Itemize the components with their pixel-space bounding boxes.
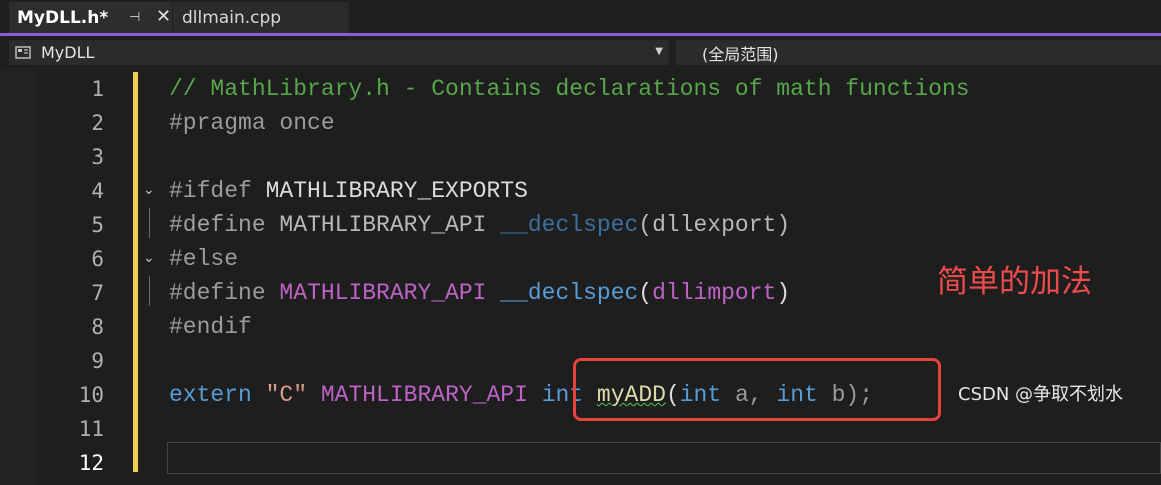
editor-margin — [0, 70, 36, 485]
macro-name: MATHLIBRARY_API — [307, 382, 542, 408]
pin-icon[interactable]: ⊣ — [129, 10, 140, 26]
line-number: 9 — [91, 349, 104, 373]
line-number: 7 — [91, 281, 104, 305]
preprocessor-keyword: #ifdef — [169, 178, 252, 204]
project-label: MyDLL — [41, 43, 95, 62]
preprocessor-keyword: #define — [169, 212, 266, 238]
code-line: // MathLibrary.h - Contains declarations… — [169, 72, 970, 106]
chevron-down-icon: ▼ — [655, 46, 663, 57]
close-icon[interactable]: ✕ — [156, 8, 171, 26]
macro-arg: dllimport — [652, 280, 777, 306]
tab-dllmain-cpp[interactable]: dllmain.cpp — [173, 2, 349, 33]
line-number: 4 — [91, 179, 104, 203]
code-line: #define MATHLIBRARY_API __declspec(dllim… — [169, 276, 790, 310]
line-number: 1 — [91, 77, 104, 101]
tab-title: MyDLL.h* — [17, 7, 109, 28]
fold-chevron-icon[interactable]: ⌄ — [143, 241, 155, 275]
code-line: #endif — [169, 310, 252, 344]
highlight-box — [573, 358, 941, 421]
comment: // MathLibrary.h - Contains declarations… — [169, 76, 970, 102]
scope-label: (全局范围) — [702, 44, 779, 64]
macro-name: MATHLIBRARY_API — [265, 280, 487, 306]
current-line-number: 12 — [78, 451, 104, 475]
fold-guide — [149, 208, 150, 238]
keyword: __declspec — [486, 280, 639, 306]
punctuation: ( — [638, 280, 653, 306]
fold-chevron-icon[interactable]: ⌄ — [143, 173, 155, 207]
line-number: 2 — [91, 111, 104, 135]
code-line: #else — [169, 242, 238, 276]
document-tab-strip: MyDLL.h* ⊣ ✕ dllmain.cpp — [0, 0, 1161, 36]
line-number: 8 — [91, 315, 104, 339]
code-line: #ifdef MATHLIBRARY_EXPORTS — [169, 174, 528, 208]
macro-name: MATHLIBRARY_EXPORTS — [251, 178, 528, 204]
code-line: #define MATHLIBRARY_API __declspec(dllex… — [169, 208, 790, 242]
punctuation: ) — [776, 280, 791, 306]
project-dropdown[interactable]: MyDLL ▼ — [9, 40, 669, 65]
line-number: 11 — [78, 417, 104, 441]
preprocessor-keyword: #else — [169, 246, 239, 272]
preprocessor-keyword: #endif — [169, 314, 252, 340]
preprocessor-keyword: #define — [169, 280, 266, 306]
line-number: 6 — [91, 247, 104, 271]
code-line: #pragma once — [169, 106, 335, 140]
line-number: 3 — [91, 145, 104, 169]
fold-guide — [149, 276, 150, 306]
line-number: 5 — [91, 213, 104, 237]
macro-name: MATHLIBRARY_API — [265, 212, 501, 238]
line-number: 10 — [78, 383, 104, 407]
annotation-text: 简单的加法 — [937, 264, 1092, 300]
keyword: __declspec — [500, 212, 639, 238]
scope-dropdown[interactable]: (全局范围) — [676, 40, 1161, 65]
project-icon — [15, 45, 37, 61]
keyword: extern — [169, 382, 252, 408]
change-tracking-bar — [133, 72, 138, 472]
tab-title: dllmain.cpp — [182, 7, 282, 28]
string-literal: "C" — [251, 382, 308, 408]
tab-mydll-h[interactable]: MyDLL.h* ⊣ ✕ — [9, 2, 172, 33]
navigation-bar: MyDLL ▼ (全局范围) — [0, 36, 1161, 70]
watermark: CSDN @争取不划水 — [958, 384, 1124, 405]
preprocessor-keyword: #pragma — [169, 110, 266, 136]
macro-arg: (dllexport) — [638, 212, 791, 238]
code-editor[interactable]: 1 2 3 4 5 6 7 8 9 10 11 12 ⌄ ⌄ // MathLi… — [0, 70, 1161, 485]
current-line-highlight — [167, 442, 1161, 474]
pragma-arg: once — [265, 110, 335, 136]
